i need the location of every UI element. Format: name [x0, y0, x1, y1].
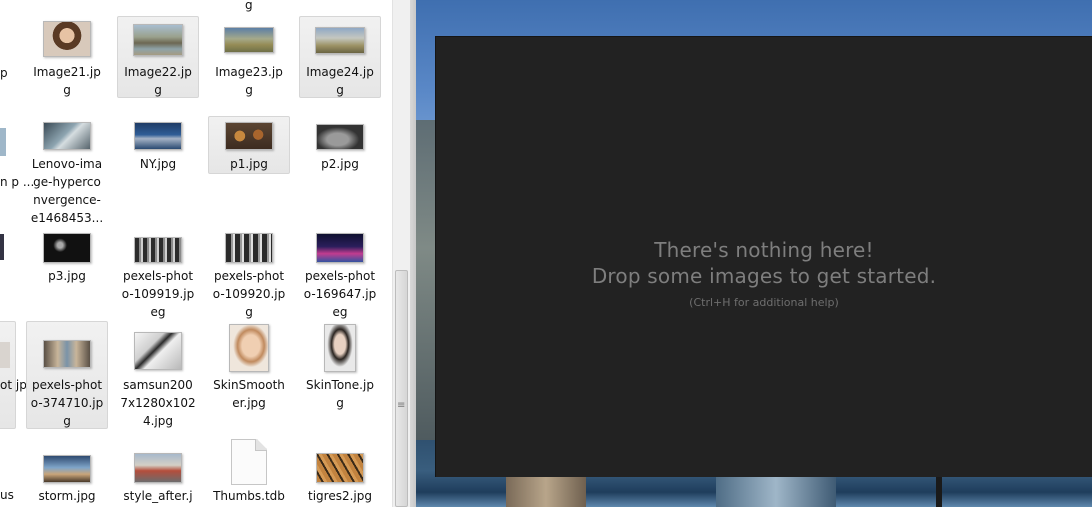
image-thumbnail	[43, 340, 91, 368]
empty-state-title: There's nothing here!	[654, 238, 874, 262]
file-tile-image22[interactable]: Image22.jp g	[117, 16, 199, 98]
file-tile-storm[interactable]: storm.jpg	[26, 448, 108, 507]
file-name: samsun200 7x1280x102 4.jpg	[120, 378, 196, 428]
file-tile-p2[interactable]: p2.jpg	[299, 116, 381, 174]
file-tile-image21[interactable]: Image21.jp g	[26, 16, 108, 98]
cut-thumbnail	[0, 342, 10, 368]
file-name: Image23.jp g	[215, 65, 283, 97]
file-name: Thumbs.tdb	[213, 489, 285, 503]
file-tile-style-after[interactable]: style_after.j	[117, 448, 199, 507]
file-name: SkinSmooth er.jpg	[213, 378, 285, 410]
file-name: Image24.jp g	[306, 65, 374, 97]
scrollbar-grip-icon: ≡	[397, 400, 406, 411]
file-name: Image22.jp g	[124, 65, 192, 97]
cut-item-label-r4: us	[0, 488, 14, 502]
file-name: Image21.jp g	[33, 65, 101, 97]
image-thumbnail	[133, 24, 183, 56]
file-tile-p1[interactable]: p1.jpg	[208, 116, 290, 174]
file-tile-image23[interactable]: Image23.jp g	[208, 16, 290, 98]
cut-item-label-top: g	[245, 0, 253, 12]
file-tile-image24[interactable]: Image24.jp g	[299, 16, 381, 98]
file-name: style_after.j	[123, 489, 193, 503]
cut-item-label-r0: p	[0, 66, 8, 80]
vertical-scrollbar[interactable]: ≡	[392, 0, 410, 507]
image-thumbnail	[315, 27, 365, 54]
file-tile-tigres2[interactable]: tigres2.jpg	[299, 448, 381, 507]
file-tile-samsun[interactable]: samsun200 7x1280x102 4.jpg	[117, 321, 199, 429]
file-name: p3.jpg	[48, 269, 86, 283]
empty-state-message: There's nothing here! Drop some images t…	[436, 237, 1092, 289]
file-name: SkinTone.jp g	[306, 378, 374, 410]
file-tile-skintone[interactable]: SkinTone.jp g	[299, 321, 381, 429]
file-tile-skinsmoother[interactable]: SkinSmooth er.jpg	[208, 321, 290, 429]
file-name: pexels-phot o-169647.jp eg	[303, 269, 377, 319]
file-tile-thumbs-db[interactable]: Thumbs.tdb	[208, 436, 290, 507]
file-tile-p3[interactable]: p3.jpg	[26, 228, 108, 288]
file-name: storm.jpg	[38, 489, 96, 503]
file-tile-pexels-109919[interactable]: pexels-phot o-109919.jp eg	[117, 228, 199, 320]
file-tile-ny[interactable]: NY.jpg	[117, 116, 199, 174]
help-hint: (Ctrl+H for additional help)	[689, 296, 839, 309]
file-name: pexels-phot o-109919.jp eg	[121, 269, 195, 319]
empty-state-subtitle: Drop some images to get started.	[591, 264, 937, 288]
image-thumbnail	[43, 21, 91, 57]
file-name: pexels-phot o-109920.jp g	[212, 269, 286, 319]
image-thumbnail	[316, 453, 364, 483]
scrollbar-thumb[interactable]: ≡	[395, 270, 408, 507]
cut-thumbnail	[0, 234, 4, 260]
file-tile-pexels-169647[interactable]: pexels-phot o-169647.jp eg	[299, 228, 381, 320]
image-thumbnail	[229, 324, 269, 372]
image-thumbnail	[316, 124, 364, 150]
image-thumbnail	[225, 122, 273, 150]
file-tile-pexels-374710[interactable]: pexels-phot o-374710.jp g	[26, 321, 108, 429]
image-thumbnail	[43, 233, 91, 263]
file-name: p1.jpg	[230, 157, 268, 171]
image-thumbnail	[134, 453, 182, 483]
image-thumbnail	[43, 122, 91, 150]
document-icon	[231, 439, 267, 485]
image-thumbnail	[224, 27, 274, 53]
image-thumbnail	[43, 455, 91, 483]
cut-item-label-r3: ot jp	[0, 378, 27, 392]
image-thumbnail	[316, 233, 364, 263]
file-tile-cut-selected[interactable]	[0, 321, 16, 429]
image-thumbnail	[134, 122, 182, 150]
file-name: p2.jpg	[321, 157, 359, 171]
file-name: NY.jpg	[139, 157, 177, 171]
file-name: Lenovo-ima ge-hyperco nvergence- e146845…	[30, 157, 104, 225]
wallpaper-building	[416, 120, 436, 440]
file-name: pexels-phot o-374710.jp g	[30, 378, 104, 428]
file-name: tigres2.jpg	[308, 489, 372, 503]
file-tile-pexels-109920[interactable]: pexels-phot o-109920.jp g	[208, 228, 290, 320]
image-thumbnail	[324, 324, 356, 372]
image-drop-zone[interactable]: There's nothing here! Drop some images t…	[435, 36, 1092, 477]
cut-thumbnail	[0, 128, 6, 156]
image-thumbnail	[134, 237, 182, 263]
file-tile-lenovo-image[interactable]: Lenovo-ima ge-hyperco nvergence- e146845…	[26, 116, 108, 226]
wallpaper-post	[936, 477, 942, 507]
image-thumbnail	[225, 233, 273, 263]
wallpaper-reflection	[506, 477, 586, 507]
file-explorer-pane: p n p ... ot jp us g Image21.jp g Image2…	[0, 0, 392, 507]
wallpaper-reflection	[716, 477, 836, 507]
image-thumbnail	[134, 332, 182, 370]
